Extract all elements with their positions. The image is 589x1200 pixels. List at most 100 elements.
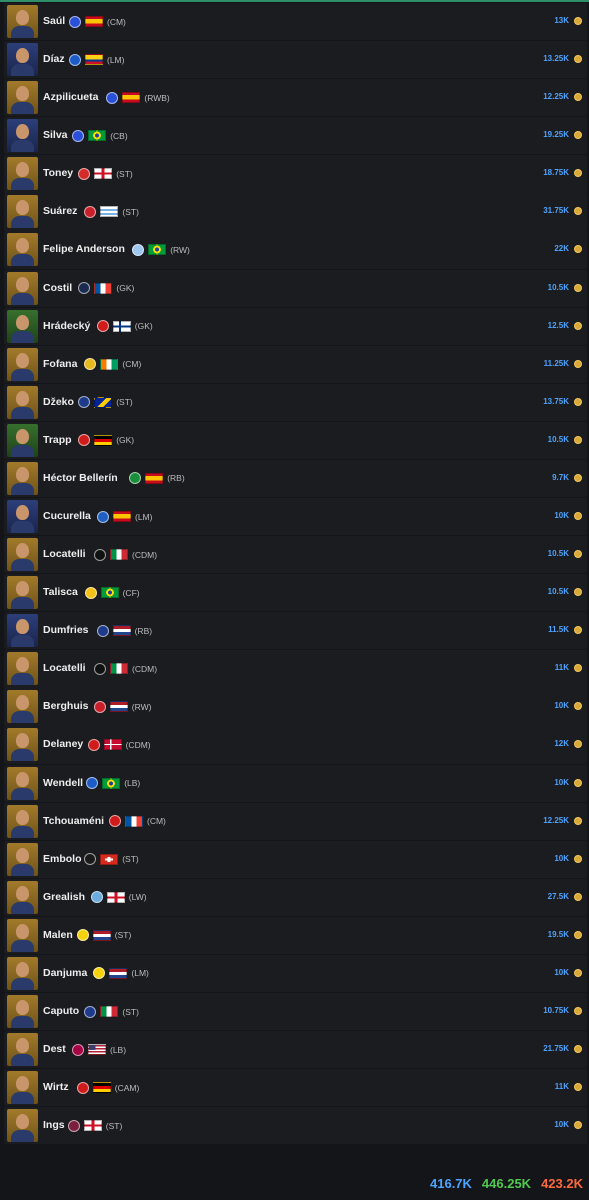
player-row[interactable]: Ings (ST) 10K [4, 1107, 587, 1145]
coin-icon [574, 816, 582, 825]
player-row[interactable]: Delaney (CDM) 12K [4, 726, 587, 764]
player-avatar [7, 880, 38, 914]
player-row[interactable]: Toney (ST) 18.75K [4, 155, 587, 193]
nation-flag-icon [145, 472, 164, 484]
player-row[interactable]: Džeko (ST) 13.75K [4, 383, 587, 421]
player-row[interactable]: Trapp (GK) 10.5K [4, 421, 587, 460]
player-name: Dumfries [43, 624, 89, 637]
player-row[interactable]: Hrádecký (GK) 12.5K [4, 307, 587, 345]
nation-flag-icon [100, 1006, 119, 1018]
player-name: Díaz [43, 53, 65, 66]
player-row[interactable]: Talisca (CF) 10.5K [4, 574, 587, 612]
nation-flag-icon [148, 244, 167, 256]
player-meta: (RW) [132, 242, 190, 257]
player-name: Hrádecký [43, 319, 91, 332]
player-meta: (RW) [93, 699, 151, 714]
player-position: (ST) [105, 1120, 123, 1131]
player-price: 11K [554, 663, 569, 673]
player-row[interactable]: Berghuis (RW) 10K [4, 688, 587, 726]
player-avatar [7, 538, 38, 572]
player-price: 27.5K [547, 891, 569, 901]
player-position: (GK) [134, 321, 153, 332]
player-row[interactable]: Dest (LB) 21.75K [4, 1031, 587, 1069]
club-badge-icon [78, 434, 91, 447]
player-name: Cucurella [43, 510, 91, 523]
nation-flag-icon [110, 663, 128, 675]
player-position: (ST) [122, 1006, 139, 1017]
player-price: 10K [554, 511, 569, 521]
player-price: 12K [554, 739, 569, 749]
player-price: 11.25K [543, 358, 569, 368]
player-row[interactable]: Embolo (ST) 10K [4, 840, 587, 878]
player-name: Caputo [43, 1005, 80, 1018]
coin-icon [574, 1083, 582, 1092]
player-price: 10K [554, 853, 569, 863]
player-position: (CDM) [132, 549, 158, 560]
player-name: Danjuma [43, 966, 88, 979]
nation-flag-icon [85, 16, 103, 27]
player-row[interactable]: Tchouaméni (CM) 12.25K [4, 802, 587, 840]
totals-bar: 416.7K 446.25K 423.2K [430, 1176, 583, 1191]
player-row[interactable]: Wirtz (CAM) 11K [4, 1069, 587, 1107]
player-avatar [7, 995, 38, 1029]
total-value-blue: 416.7K [430, 1176, 472, 1191]
club-badge-icon [84, 853, 97, 866]
player-row[interactable]: Fofana (CM) 11.25K [4, 345, 587, 383]
coin-icon [574, 854, 582, 863]
player-position: (GK) [116, 283, 135, 294]
club-badge-icon [93, 700, 106, 713]
player-meta: (RWB) [106, 90, 170, 105]
player-name: Grealish [43, 890, 86, 903]
player-avatar [7, 766, 38, 800]
coin-icon [574, 664, 582, 673]
player-row[interactable]: Héctor Bellerín (RB) 9.7K [4, 459, 587, 498]
player-row[interactable]: Costil (GK) 10.5K [4, 269, 587, 307]
player-row[interactable]: Caputo (ST) 10.75K [4, 993, 587, 1031]
player-price: 10.5K [547, 282, 569, 292]
nation-flag-icon [112, 320, 131, 332]
player-name: Locatelli [43, 548, 86, 561]
player-meta: (RB) [129, 471, 185, 486]
player-row[interactable]: Díaz (LM) 13.25K [4, 41, 587, 79]
player-price: 12.25K [543, 92, 569, 102]
player-row[interactable]: Cucurella (LM) 10K [4, 498, 587, 536]
player-row[interactable]: Silva (CB) 19.25K [4, 117, 587, 155]
player-name: Fofana [43, 357, 78, 370]
player-position: (ST) [116, 168, 133, 179]
player-row[interactable]: Saúl (CM) 13K [4, 3, 587, 41]
coin-icon [574, 55, 582, 64]
nation-flag-icon [88, 1044, 106, 1056]
coin-icon [574, 245, 582, 254]
player-row[interactable]: Malen (ST) 19.5K [4, 916, 587, 955]
player-meta: (LM) [69, 52, 124, 67]
club-badge-icon [129, 472, 142, 485]
player-avatar [7, 461, 38, 495]
player-name: Delaney [43, 738, 84, 751]
player-row[interactable]: Grealish (LW) 27.5K [4, 878, 587, 916]
player-row[interactable]: Dumfries (RB) 11.5K [4, 612, 587, 650]
player-name: Džeko [43, 395, 74, 408]
player-avatar [7, 5, 38, 38]
player-price: 10K [554, 777, 569, 787]
player-name: Wirtz [43, 1081, 69, 1094]
player-meta: (ST) [76, 928, 131, 943]
club-badge-icon [78, 282, 91, 295]
player-name: Wendell [43, 776, 84, 789]
player-meta: (GK) [96, 319, 153, 334]
player-row[interactable]: Wendell (LB) 10K [4, 764, 587, 802]
player-row[interactable]: Azpilicueta (RWB) 12.25K [4, 79, 587, 117]
player-price: 13.25K [543, 54, 569, 64]
nation-flag-icon [94, 396, 113, 408]
player-row[interactable]: Locatelli (CDM) 10.5K [4, 536, 587, 574]
coin-icon [574, 626, 582, 635]
player-row[interactable]: Suárez (ST) 31.75K [4, 193, 587, 231]
player-row[interactable]: Danjuma (LM) 10K [4, 954, 587, 993]
player-price: 10K [554, 701, 569, 711]
player-row[interactable]: Felipe Anderson (RW) 22K [4, 231, 587, 269]
player-name: Toney [43, 167, 74, 180]
player-avatar [7, 728, 38, 762]
coin-icon [574, 550, 582, 559]
club-badge-icon [132, 243, 145, 256]
player-row[interactable]: Locatelli (CDM) 11K [4, 650, 587, 688]
player-avatar [7, 690, 38, 724]
